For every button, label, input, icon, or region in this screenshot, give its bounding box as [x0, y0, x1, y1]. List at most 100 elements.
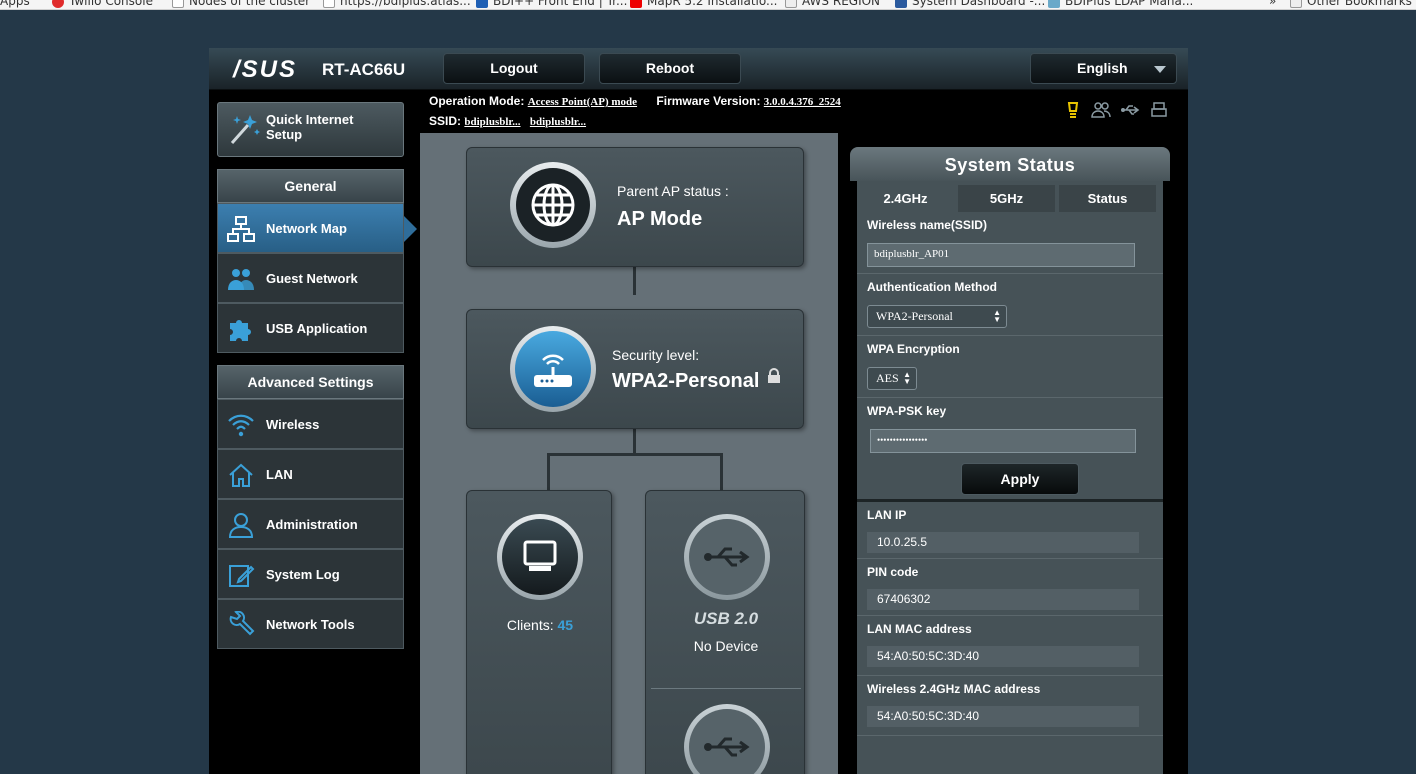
quick-internet-setup-label: Quick Internet Setup [266, 112, 354, 142]
parent-ap-value: AP Mode [617, 208, 703, 230]
sidebar-item-administration[interactable]: Administration [217, 499, 404, 549]
ldap-icon [1048, 0, 1060, 8]
puzzle-icon [230, 320, 251, 341]
bookmark-twilio[interactable]: Twilio Console [52, 0, 153, 8]
op-mode-link[interactable]: Access Point(AP) mode [528, 96, 637, 108]
system-status-body: 2.4GHz 5GHz Status Wireless name(SSID) b… [857, 181, 1163, 774]
system-status-panel: System Status 2.4GHz 5GHz Status Wireles… [850, 147, 1170, 774]
sidebar-item-network-map[interactable]: Network Map [217, 203, 417, 253]
bookmark-ldap[interactable]: BDIPlus LDAP Mana... [1048, 0, 1193, 8]
ssid-link-1[interactable]: bdiplusblr... [464, 116, 520, 128]
clients-label: Clients: [506, 617, 554, 633]
globe-button [510, 162, 596, 248]
auth-method-select[interactable]: WPA2-Personal ▲ ▼ [867, 305, 1007, 328]
bookmark-nodes[interactable]: Nodes of the cluster [172, 0, 310, 8]
globe-icon [531, 183, 575, 227]
folder-icon [1290, 0, 1302, 8]
tab-status[interactable]: Status [1059, 185, 1156, 212]
clients-summary: Clients: 45 [467, 617, 613, 633]
admin-user-icon [228, 513, 254, 538]
divider [857, 397, 1163, 398]
firmware-label: Firmware Version: [656, 94, 761, 108]
lan-ip-label: LAN IP [867, 508, 907, 522]
usb-icon[interactable] [1120, 101, 1140, 119]
usb-card[interactable]: USB 2.0 No Device [645, 490, 805, 774]
ssid-link-2[interactable]: bdiplusblr... [530, 116, 586, 128]
lock-icon [768, 368, 780, 383]
connector-line [633, 429, 636, 453]
guest-network-icon [228, 269, 254, 290]
chevron-down-icon [1154, 66, 1166, 73]
bookmark-atlas[interactable]: https://bdiplus.atlas... [323, 0, 471, 8]
bookmark-apps[interactable]: Apps [0, 0, 30, 8]
router-security-card[interactable]: Security level: WPA2-Personal [466, 309, 804, 429]
parent-ap-card[interactable]: Parent AP status : AP Mode [466, 147, 804, 267]
clients-button [497, 514, 583, 600]
sidebar-item-guest-network[interactable]: Guest Network [217, 253, 404, 303]
bookmark-mapr[interactable]: MapR 5.2 Installatio... [630, 0, 777, 8]
log-edit-icon [229, 565, 255, 587]
usb-button-1 [684, 514, 770, 600]
language-value: English [1077, 60, 1128, 76]
lan-mac-value: 54:A0:50:5C:3D:40 [867, 646, 1139, 667]
language-select[interactable]: English [1030, 53, 1177, 84]
bookmark-system-dashboard[interactable]: System Dashboard -... [895, 0, 1045, 8]
usb-divider [651, 688, 801, 689]
reboot-button[interactable]: Reboot [599, 53, 741, 84]
wireless-mac-value: 54:A0:50:5C:3D:40 [867, 706, 1139, 727]
updown-icon: ▲ ▼ [993, 308, 1001, 324]
wireless-mac-label: Wireless 2.4GHz MAC address [867, 682, 1041, 696]
tab-2-4ghz[interactable]: 2.4GHz [857, 185, 954, 212]
sidebar-item-wireless[interactable]: Wireless [217, 399, 404, 449]
bookmark-aws[interactable]: AWS REGION [785, 0, 880, 8]
header-status-icons [1064, 101, 1174, 119]
lan-mac-label: LAN MAC address [867, 622, 972, 636]
logout-button[interactable]: Logout [443, 53, 585, 84]
wpa-encryption-select[interactable]: AES ▲ ▼ [867, 367, 917, 390]
bookmarks-overflow[interactable]: » [1269, 0, 1276, 8]
op-mode-label: Operation Mode: [429, 94, 525, 108]
general-section-header: General [217, 169, 404, 203]
bookmarks-bar: Apps Twilio Console Nodes of the cluster… [0, 0, 1416, 10]
usb-icon [704, 547, 750, 567]
usb-status: No Device [693, 638, 759, 654]
section-divider [857, 499, 1163, 502]
connector-line [720, 453, 723, 490]
router-icon [534, 354, 572, 387]
ssid-input[interactable]: bdiplusblr_AP01 [867, 243, 1135, 267]
bookmark-other[interactable]: Other Bookmarks [1290, 0, 1412, 8]
usb-icon [704, 737, 750, 757]
clients-count[interactable]: 45 [558, 617, 574, 633]
divider [857, 273, 1163, 274]
top-bar: /SUS RT-AC66U Logout Reboot English [209, 48, 1188, 90]
apply-button[interactable]: Apply [961, 463, 1079, 495]
sidebar-item-label: USB Application [266, 321, 368, 336]
clients-icon[interactable] [1091, 101, 1111, 119]
printer-icon[interactable] [1150, 101, 1168, 119]
pin-code-value: 67406302 [867, 589, 1139, 610]
sidebar-item-lan[interactable]: LAN [217, 449, 404, 499]
wpa-psk-input[interactable]: •••••••••••••••• [870, 429, 1136, 453]
firmware-link[interactable]: 3.0.0.4.376_2524 [764, 96, 841, 108]
network-map-area: Parent AP status : AP Mode Security leve… [420, 133, 838, 774]
network-map-icon [227, 216, 255, 242]
tab-5ghz[interactable]: 5GHz [958, 185, 1055, 212]
model-name: RT-AC66U [322, 60, 406, 79]
security-level-label: Security level: [612, 347, 700, 363]
asus-logo: /SUS [233, 56, 298, 83]
auth-method-value: WPA2-Personal [876, 309, 953, 323]
system-status-title: System Status [850, 147, 1170, 181]
usb-button-2 [684, 704, 770, 774]
sidebar-item-usb-application[interactable]: USB Application [217, 303, 404, 353]
warning-bulb-icon[interactable] [1064, 101, 1082, 119]
router-admin-frame: /SUS RT-AC66U Logout Reboot English Oper… [209, 48, 1188, 774]
page-icon [172, 0, 184, 8]
quick-internet-setup-button[interactable]: Quick Internet Setup [217, 102, 404, 157]
bookmark-bdi-frontend[interactable]: BDI++ Front End | Tr... [476, 0, 627, 8]
sidebar-item-network-tools[interactable]: Network Tools [217, 599, 404, 649]
sidebar-item-system-log[interactable]: System Log [217, 549, 404, 599]
sidebar-item-label: Wireless [266, 417, 320, 432]
youtube-icon [630, 0, 642, 8]
clients-card[interactable]: Clients: 45 [466, 490, 612, 774]
wifi-icon [228, 414, 254, 437]
